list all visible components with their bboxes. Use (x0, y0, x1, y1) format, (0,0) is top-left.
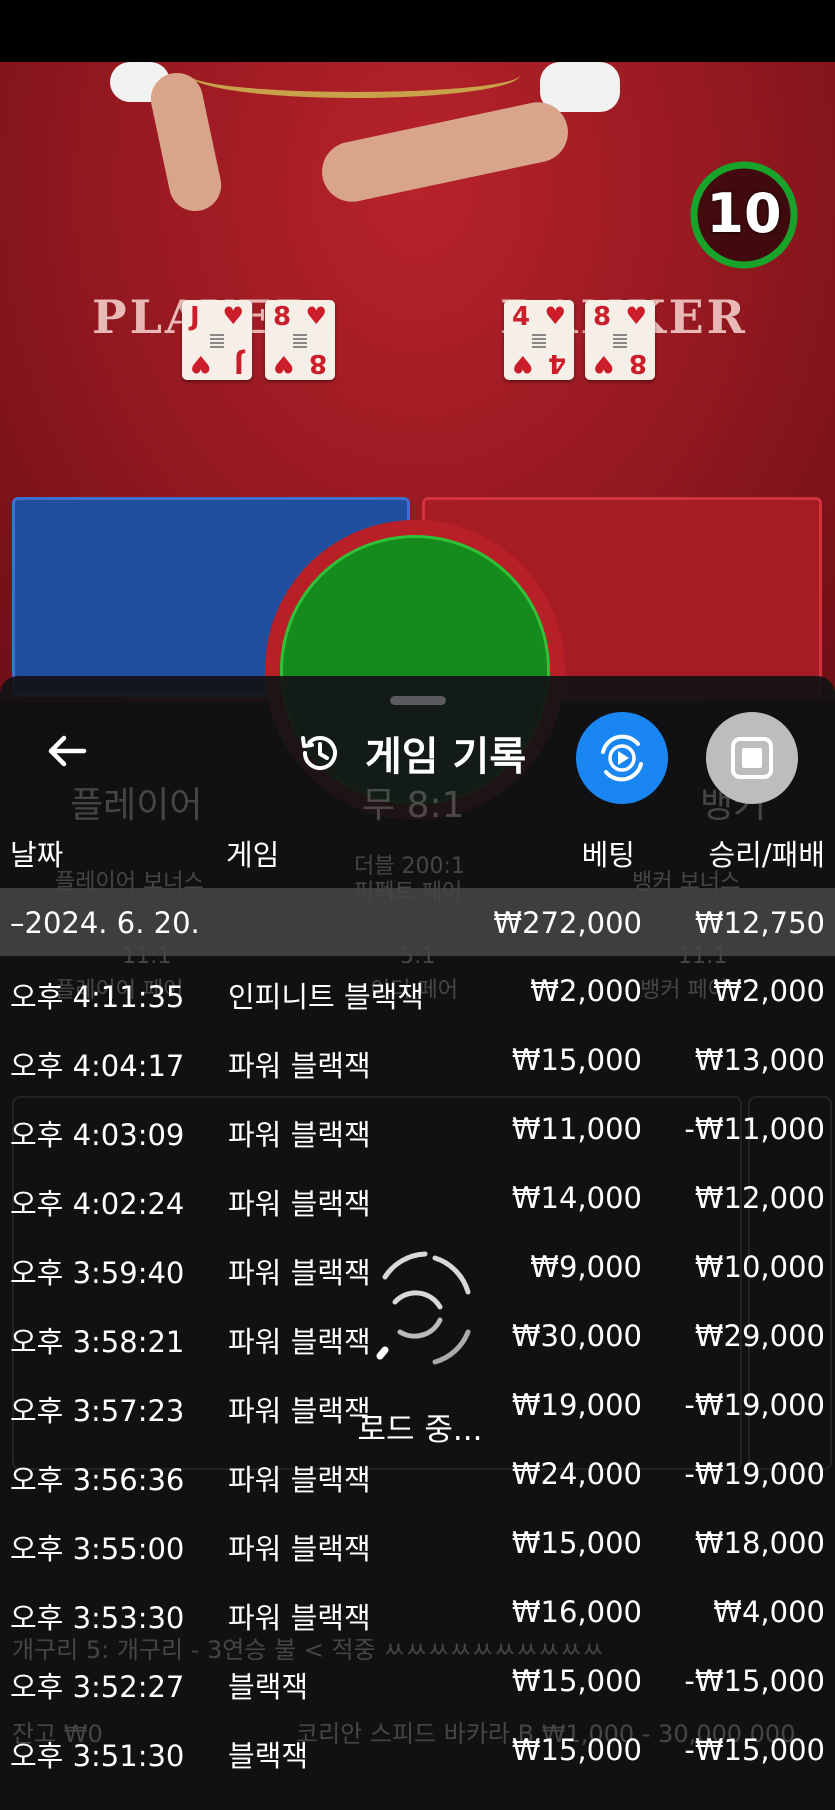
column-header-bet: 베팅 (581, 838, 635, 872)
row-time: 오후 3:57:23 (10, 1394, 185, 1428)
row-result: -₩15,000 (684, 1664, 825, 1698)
history-row[interactable]: 오후 4:04:17 파워 블랙잭 ₩15,000 ₩13,000 (0, 1025, 835, 1093)
row-bet: ₩24,000 (511, 1457, 642, 1491)
row-bet: ₩9,000 (530, 1250, 642, 1284)
date-group-result-total: ₩12,750 (694, 906, 825, 940)
dealer-hand-right (316, 96, 574, 208)
row-time: 오후 3:55:00 (10, 1532, 185, 1566)
banker-card-1: 4 ♥ 4 ♥ (504, 300, 574, 380)
row-bet: ₩19,000 (511, 1388, 642, 1422)
back-arrow-icon[interactable] (42, 726, 92, 776)
drag-handle[interactable] (390, 696, 446, 705)
row-time: 오후 4:11:35 (10, 980, 185, 1014)
row-time: 오후 3:52:27 (10, 1670, 185, 1704)
row-bet: ₩30,000 (511, 1319, 642, 1353)
row-result: -₩11,000 (684, 1112, 825, 1146)
date-group-row[interactable]: –2024. 6. 20. ₩272,000 ₩12,750 (0, 888, 835, 956)
row-bet: ₩15,000 (511, 1526, 642, 1560)
stop-square-icon (731, 737, 773, 779)
row-bet: ₩15,000 (511, 1733, 642, 1767)
player-card-2: 8 ♥ 8 ♥ (265, 300, 335, 380)
row-game: 파워 블랙잭 (228, 1118, 371, 1152)
status-bar (0, 0, 835, 62)
countdown-value: 10 (706, 182, 782, 245)
history-row[interactable]: 오후 3:52:27 블랙잭 ₩15,000 -₩15,000 (0, 1646, 835, 1714)
row-result: ₩12,000 (694, 1181, 825, 1215)
sheet-header: 게임 기록 (297, 726, 526, 780)
row-result: ₩18,000 (694, 1526, 825, 1560)
row-bet: ₩11,000 (511, 1112, 642, 1146)
row-result: ₩4,000 (713, 1595, 825, 1629)
game-history-sheet: 플레이어 무 8:1 뱅커 플레이어 보너스 더블 200:1 퍼펙트 페어 뱅… (0, 676, 835, 1810)
column-header-date: 날짜 (10, 838, 64, 872)
row-result: -₩15,000 (684, 1733, 825, 1767)
column-header-result: 승리/패배 (708, 838, 826, 872)
row-bet: ₩14,000 (511, 1181, 642, 1215)
row-game: 파워 블랙잭 (228, 1049, 371, 1083)
row-game: 블랙잭 (228, 1739, 309, 1773)
history-row[interactable]: 오후 4:03:09 파워 블랙잭 ₩11,000 -₩11,000 (0, 1094, 835, 1162)
row-time: 오후 3:53:30 (10, 1601, 185, 1635)
ghost-player-label: 플레이어 (70, 785, 203, 826)
table-rail (190, 62, 520, 98)
row-time: 오후 4:02:24 (10, 1187, 185, 1221)
row-result: ₩13,000 (694, 1043, 825, 1077)
replay-play-icon (601, 734, 643, 782)
row-bet: ₩2,000 (530, 974, 642, 1008)
column-header-game: 게임 (226, 838, 280, 872)
row-game: 파워 블랙잭 (228, 1532, 371, 1566)
row-game: 블랙잭 (228, 1670, 309, 1704)
history-icon (301, 736, 337, 770)
stop-button[interactable] (706, 712, 798, 804)
row-bet: ₩15,000 (511, 1043, 642, 1077)
row-bet: ₩16,000 (511, 1595, 642, 1629)
loading-spinner-icon (376, 1251, 471, 1365)
row-time: 오후 4:04:17 (10, 1049, 185, 1083)
video-replay-button[interactable] (576, 712, 668, 804)
dealer-hand-left (146, 68, 226, 216)
row-result: ₩2,000 (713, 974, 825, 1008)
row-result: ₩10,000 (694, 1250, 825, 1284)
loading-text: 로드 중... (357, 1412, 483, 1448)
history-row[interactable]: 오후 3:56:36 파워 블랙잭 ₩24,000 -₩19,000 (0, 1439, 835, 1507)
row-time: 오후 3:56:36 (10, 1463, 185, 1497)
history-row[interactable]: 오후 4:11:35 인피니트 블랙잭 ₩2,000 ₩2,000 (0, 956, 835, 1024)
row-bet: ₩15,000 (511, 1664, 642, 1698)
row-result: -₩19,000 (684, 1457, 825, 1491)
row-game: 파워 블랙잭 (228, 1187, 371, 1221)
history-row[interactable]: 오후 4:02:24 파워 블랙잭 ₩14,000 ₩12,000 (0, 1163, 835, 1231)
row-game: 파워 블랙잭 (228, 1463, 371, 1497)
row-time: 오후 3:59:40 (10, 1256, 185, 1290)
player-card-1: J ♥ J ♥ (182, 300, 252, 380)
page-title: 게임 기록 (365, 734, 527, 780)
dealer-sleeve-right (540, 62, 620, 112)
row-time: 오후 4:03:09 (10, 1118, 185, 1152)
history-row[interactable]: 오후 3:53:30 파워 블랙잭 ₩16,000 ₩4,000 (0, 1577, 835, 1645)
row-time: 오후 3:58:21 (10, 1325, 185, 1359)
row-result: ₩29,000 (694, 1319, 825, 1353)
history-row[interactable]: 오후 3:55:00 파워 블랙잭 ₩15,000 ₩18,000 (0, 1508, 835, 1576)
banker-card-2: 8 ♥ 8 ♥ (585, 300, 655, 380)
history-row[interactable]: 오후 3:51:30 블랙잭 ₩15,000 -₩15,000 (0, 1715, 835, 1783)
ghost-tie-label: 무 8:1 (362, 785, 465, 826)
date-group-bet-total: ₩272,000 (493, 906, 642, 940)
row-game: 인피니트 블랙잭 (228, 980, 424, 1014)
row-result: -₩19,000 (684, 1388, 825, 1422)
row-time: 오후 3:51:30 (10, 1739, 185, 1773)
row-game: 파워 블랙잭 (228, 1601, 371, 1635)
date-group-label: –2024. 6. 20. (10, 906, 200, 940)
